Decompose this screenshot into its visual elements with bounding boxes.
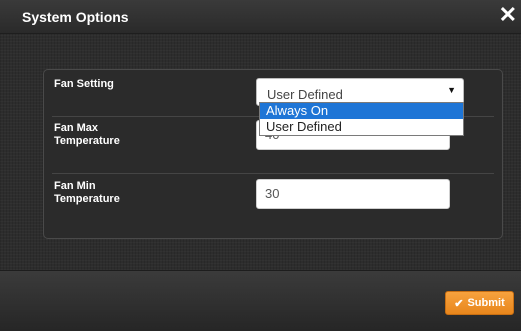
fan-min-temperature-value: 30 <box>265 186 280 201</box>
settings-panel: Fan Setting User Defined ▼ Fan Max Tempe… <box>43 69 503 239</box>
fan-max-temperature-label: Fan Max Temperature <box>54 122 120 147</box>
dropdown-option-user-defined[interactable]: User Defined <box>260 119 463 135</box>
close-icon[interactable]: ✕ <box>499 2 517 28</box>
fan-min-temperature-input[interactable]: 30 <box>256 179 450 209</box>
dialog-titlebar: System Options ✕ <box>0 0 521 34</box>
fan-setting-label: Fan Setting <box>54 78 114 90</box>
fan-setting-selected-value: User Defined <box>267 87 343 102</box>
submit-button[interactable]: ✔ Submit <box>445 291 514 315</box>
dialog-footer <box>0 270 521 331</box>
system-options-dialog: System Options ✕ Fan Setting User Define… <box>0 0 521 331</box>
fan-min-temperature-label: Fan Min Temperature <box>54 180 120 205</box>
submit-label: Submit <box>467 297 505 309</box>
dialog-body: Fan Setting User Defined ▼ Fan Max Tempe… <box>0 34 521 270</box>
dropdown-option-always-on[interactable]: Always On <box>260 103 463 119</box>
fan-setting-dropdown-list: Always On User Defined <box>259 102 464 136</box>
check-icon: ✔ <box>454 297 464 310</box>
divider <box>52 173 494 174</box>
caret-down-icon: ▼ <box>447 85 456 95</box>
dialog-title: System Options <box>22 9 129 25</box>
